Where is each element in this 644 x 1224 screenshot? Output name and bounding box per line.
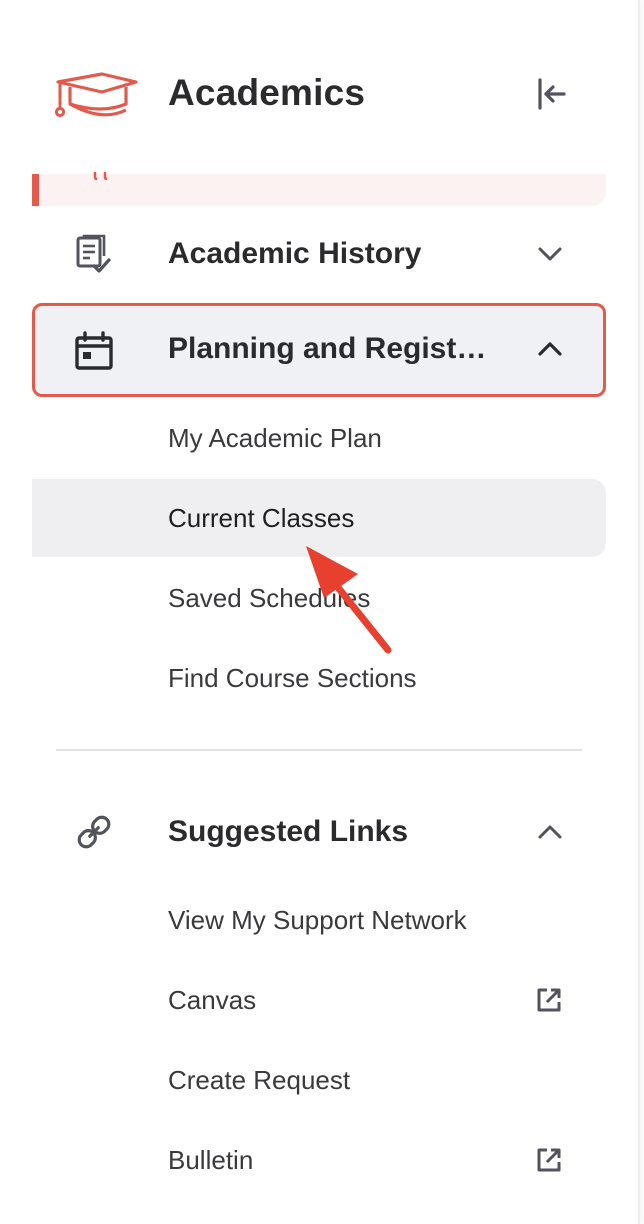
sidebar-subitem-saved-schedules[interactable]: Saved Schedules [32,559,606,637]
sidebar-subitem-label: Saved Schedules [168,583,371,613]
collapse-left-icon[interactable] [532,74,572,114]
partial-icon [93,172,108,180]
sidebar-item-planning-and-registration[interactable]: Planning and Registr… [32,303,606,397]
document-check-icon [76,234,111,273]
sidebar-link-label: Canvas [168,985,257,1015]
chevron-down-icon [538,247,562,261]
sidebar-subitem-label: Find Course Sections [168,663,417,693]
sidebar-subitem-my-academic-plan[interactable]: My Academic Plan [32,399,606,477]
academics-sidebar: Academics Academic History Planning and … [0,0,640,1224]
calendar-icon [75,331,113,370]
sidebar-link-create-request[interactable]: Create Request [32,1041,606,1119]
chevron-up-icon [538,342,562,356]
sidebar-link-label: Bulletin [168,1145,254,1175]
sidebar-item-label: Academic History [168,237,422,270]
sidebar-link-view-my-support-network[interactable]: View My Support Network [32,881,606,959]
sidebar-subitem-current-classes[interactable]: Current Classes [32,479,606,557]
sidebar-item-label: Planning and Registr… [168,332,498,365]
sidebar-item-partial[interactable] [32,172,606,206]
link-icon [77,815,111,849]
sidebar-subitem-find-course-sections[interactable]: Find Course Sections [32,639,606,717]
external-link-icon [537,988,561,1012]
sidebar-subitem-label: My Academic Plan [168,423,382,453]
sidebar-subitem-label: Current Classes [168,503,355,533]
sidebar-link-bulletin[interactable]: Bulletin [32,1121,606,1199]
sidebar-link-label: View My Support Network [168,905,467,935]
page-title: Academics [168,72,366,113]
sidebar-header: Academics [0,0,638,190]
sidebar-link-canvas[interactable]: Canvas [32,961,606,1039]
chevron-up-icon [538,825,562,839]
graduation-cap-icon [54,72,138,118]
external-link-icon [537,1148,561,1172]
sidebar-link-label: Create Request [168,1065,351,1095]
divider [56,749,582,751]
sidebar-item-suggested-links[interactable]: Suggested Links [32,786,606,878]
sidebar-item-label: Suggested Links [168,815,409,848]
sidebar-item-academic-history[interactable]: Academic History [32,208,606,300]
